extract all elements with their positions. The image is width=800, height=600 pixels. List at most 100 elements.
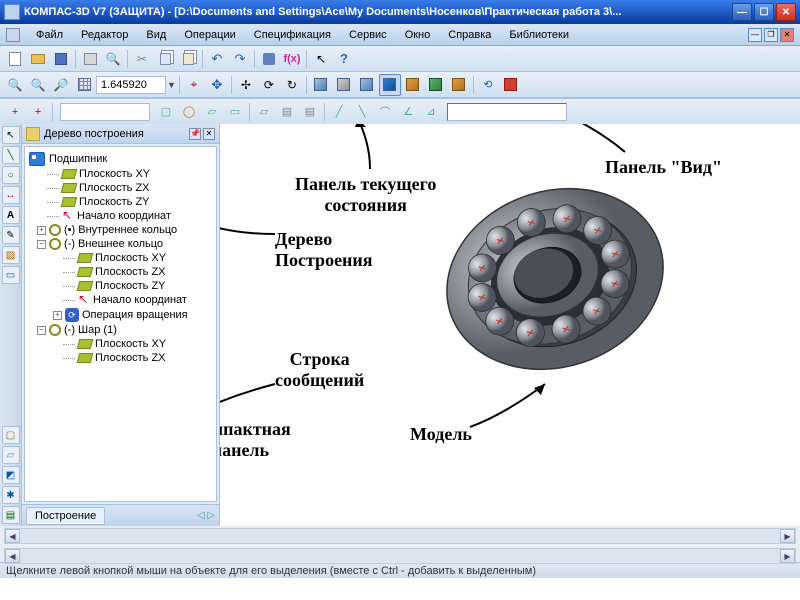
undo-button[interactable]: ↶ [206,48,228,70]
scroll-left-button[interactable]: ◀ [5,549,20,563]
state-slot[interactable] [447,103,567,121]
redo-button[interactable]: ↷ [229,48,251,70]
scroll-right-button[interactable]: ▶ [780,549,795,563]
zoom3-button[interactable]: 🔎 [50,74,72,96]
tree-outer-ring[interactable]: − (-) Внешнее кольцо [35,237,214,251]
scroll-left-button[interactable]: ◀ [5,529,20,543]
orbit-button[interactable]: ↻ [281,74,303,96]
rail-btn-c[interactable]: ◩ [2,466,20,484]
close-button[interactable]: ✕ [776,3,796,21]
render3-button[interactable] [448,74,470,96]
state6-button[interactable]: ▭ [224,101,246,123]
hscroll-2[interactable]: ◀ ▶ [4,548,796,564]
rail-text-button[interactable]: A [2,206,20,224]
state13-button[interactable]: ∠ [397,101,419,123]
paste-button[interactable] [177,48,199,70]
state9-button[interactable]: ▤ [299,101,321,123]
tree-plane-xy-3[interactable]: Плоскость XY [61,337,214,351]
axis-button[interactable]: ⌖ [183,74,205,96]
menu-specification[interactable]: Спецификация [246,27,339,43]
zoom-dropdown-icon[interactable]: ▼ [167,80,176,90]
tree-body[interactable]: Подшипник Плоскость XY Плоскость ZX Плос… [24,146,217,502]
tree-plane-zy[interactable]: Плоскость ZY [45,195,214,209]
scroll-right-button[interactable]: ▶ [780,529,795,543]
state1-button[interactable]: + [4,101,26,123]
disk-button[interactable] [258,48,280,70]
maximize-button[interactable]: ☐ [754,3,774,21]
rail-circle-button[interactable]: ○ [2,166,20,184]
menu-service[interactable]: Сервис [341,27,395,43]
tree-rotation[interactable]: + ⟳ Операция вращения [51,307,214,323]
state3-button[interactable]: ▢ [155,101,177,123]
zoom1-button[interactable]: 🔍 [4,74,26,96]
state10-button[interactable]: ╱ [328,101,350,123]
tree-tab-arrows[interactable]: ◁ ▷ [197,510,215,521]
layer-slot[interactable] [60,103,150,121]
scroll-track[interactable] [20,529,780,543]
fx-button[interactable]: f(x) [281,48,303,70]
cursor-button[interactable]: ↖ [310,48,332,70]
save-button[interactable] [50,48,72,70]
state5-button[interactable]: ▱ [201,101,223,123]
collapse-button[interactable]: − [37,326,46,335]
pan-button[interactable]: ✢ [235,74,257,96]
menu-libraries[interactable]: Библиотеки [501,27,577,43]
menu-window[interactable]: Окно [397,27,439,43]
menu-help[interactable]: Справка [440,27,499,43]
help-button[interactable]: ? [333,48,355,70]
shaded-button[interactable] [356,74,378,96]
tree-inner-ring[interactable]: + (•) Внутреннее кольцо [35,223,214,237]
preview-button[interactable]: 🔍 [102,48,124,70]
tree-plane-xy-2[interactable]: Плоскость XY [61,251,214,265]
tree-plane-zy-2[interactable]: Плоскость ZY [61,279,214,293]
move-button[interactable]: ✥ [206,74,228,96]
tree-ball[interactable]: − (-) Шар (1) [35,323,214,337]
rail-btn-a[interactable]: ▢ [2,426,20,444]
tree-origin[interactable]: Начало координат [45,209,214,223]
rail-measure-button[interactable]: ▭ [2,266,20,284]
rail-btn-b[interactable]: ▱ [2,446,20,464]
tree-plane-zx-2[interactable]: Плоскость ZX [61,265,214,279]
mdi-restore-button[interactable]: ❐ [764,28,778,42]
rail-select-button[interactable]: ↖ [2,126,20,144]
anim-button[interactable] [500,74,522,96]
new-button[interactable] [4,48,26,70]
state8-button[interactable]: ▤ [276,101,298,123]
tree-pin-button[interactable]: 📌 [189,128,201,140]
state4-button[interactable]: ◯ [178,101,200,123]
model-bearing[interactable] [430,154,680,404]
state2-button[interactable]: + [27,101,49,123]
state12-button[interactable]: ⌒ [374,101,396,123]
collapse-button[interactable]: − [37,240,46,249]
minimize-button[interactable]: — [732,3,752,21]
tree-plane-zx[interactable]: Плоскость ZX [45,181,214,195]
render1-button[interactable] [402,74,424,96]
rail-param-button[interactable]: ▨ [2,246,20,264]
mdi-minimize-button[interactable]: — [748,28,762,42]
rail-edit-button[interactable]: ✎ [2,226,20,244]
render2-button[interactable] [425,74,447,96]
state14-button[interactable]: ⊿ [420,101,442,123]
expand-button[interactable]: + [53,311,62,320]
tree-plane-xy[interactable]: Плоскость XY [45,167,214,181]
expand-button[interactable]: + [37,226,46,235]
state7-button[interactable]: ▱ [253,101,275,123]
tree-origin-2[interactable]: Начало координат [61,293,214,307]
refresh-button[interactable]: ⟲ [477,74,499,96]
menu-operations[interactable]: Операции [176,27,243,43]
hscroll-1[interactable]: ◀ ▶ [4,528,796,544]
zoom2-button[interactable]: 🔍 [27,74,49,96]
wireframe-button[interactable] [310,74,332,96]
rail-dim-button[interactable]: ↔ [2,186,20,204]
tree-close-button[interactable]: ✕ [203,128,215,140]
menu-view[interactable]: Вид [138,27,174,43]
zoom-fit-button[interactable] [73,74,95,96]
menu-editor[interactable]: Редактор [73,27,136,43]
shaded-edges-button[interactable] [379,74,401,96]
tree-root[interactable]: Подшипник [27,151,214,167]
rail-line-button[interactable]: ╲ [2,146,20,164]
tree-plane-zx-3[interactable]: Плоскость ZX [61,351,214,365]
tree-tab-build[interactable]: Построение [26,507,105,525]
mdi-close-button[interactable]: ✕ [780,28,794,42]
scroll-track[interactable] [20,549,780,563]
